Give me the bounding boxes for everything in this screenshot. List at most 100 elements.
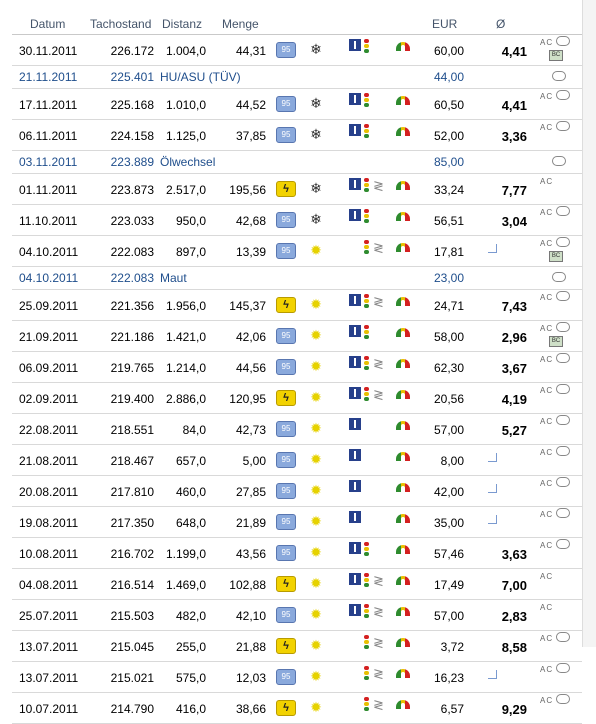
date-cell: 06.09.2011 [19, 361, 79, 375]
ac-icon: AC [540, 603, 554, 612]
header-distanz[interactable]: Distanz [162, 17, 202, 31]
table-row[interactable]: 30.11.2011 226.172 1.004,0 44,31 95 ❄ 60,00 4,4… [12, 35, 582, 66]
fuel-95-icon: 95 [276, 669, 296, 685]
eur-cell: 58,00 [433, 330, 464, 344]
scrollbar[interactable] [582, 0, 596, 647]
consumption-gauge-icon [396, 181, 410, 190]
eur-cell: 62,30 [433, 361, 464, 375]
note-row[interactable]: 21.11.2011 225.401 HU/ASU (TÜV) 44,00 [12, 66, 582, 89]
ac-icon: AC [540, 696, 554, 705]
avg-consumption-cell: 3,36 [501, 129, 527, 144]
table-row[interactable]: 22.08.2011 218.551 84,0 42,73 95 ✹ 57,00 5,27 AC [12, 414, 582, 445]
comment-icon[interactable] [556, 694, 570, 704]
comment-icon[interactable] [556, 322, 570, 332]
bc-icon: BC [549, 251, 563, 262]
traffic-light-icon [364, 294, 370, 308]
eur-cell: 42,00 [433, 485, 464, 499]
table-row[interactable]: 04.10.2011 222.083 897,0 13,39 95 ✹ ≷ 17,81 AC BC [12, 236, 582, 267]
highway-icon [349, 511, 361, 523]
country-road-icon: ≷ [373, 697, 384, 712]
comment-icon[interactable] [556, 508, 570, 518]
table-row[interactable]: 19.08.2011 217.350 648,0 21,89 95 ✹ 35,00 AC [12, 507, 582, 538]
date-cell: 19.08.2011 [19, 516, 79, 530]
table-row[interactable]: 25.09.2011 221.356 1.956,0 145,37 ϟ ✹ ≷ 24,71 7,… [12, 290, 582, 321]
table-row[interactable]: 25.07.2011 215.503 482,0 42,10 95 ✹ ≷ 57,00 2,83… [12, 600, 582, 631]
comment-icon[interactable] [556, 90, 570, 100]
consumption-gauge-icon [396, 96, 410, 105]
table-row[interactable]: 10.08.2011 216.702 1.199,0 43,56 95 ✹ 57,46 3,6… [12, 538, 582, 569]
comment-icon[interactable] [556, 384, 570, 394]
ac-icon: AC [540, 417, 554, 426]
distanz-cell: 1.004,0 [165, 44, 206, 58]
menge-cell: 145,37 [229, 299, 266, 313]
avg-consumption-cell: 7,77 [501, 183, 527, 198]
header-datum[interactable]: Datum [30, 17, 65, 31]
comment-icon[interactable] [556, 415, 570, 425]
comment-icon[interactable] [552, 272, 566, 282]
note-row[interactable]: 04.10.2011 222.083 Maut 23,00 [12, 267, 582, 290]
traffic-light-icon [364, 93, 370, 107]
table-row[interactable]: 04.08.2011 216.514 1.469,0 102,88 ϟ ✹ ≷ 17,49 7,… [12, 569, 582, 600]
comment-icon[interactable] [556, 121, 570, 131]
sun-icon: ✹ [310, 668, 322, 684]
header-tachostand[interactable]: Tachostand [90, 17, 151, 31]
tachostand-cell: 218.467 [110, 454, 154, 468]
table-row[interactable]: 01.11.2011 223.873 2.517,0 195,56 ϟ ❄ ≷ 33,24 7,… [12, 174, 582, 205]
table-row[interactable]: 06.11.2011 224.158 1.125,0 37,85 95 ❄ 52,00 3,3… [12, 120, 582, 151]
highway-icon [349, 418, 361, 430]
consumption-gauge-icon [396, 297, 410, 306]
header-menge[interactable]: Menge [222, 17, 259, 31]
tachostand-cell: 223.873 [110, 183, 154, 197]
table-row[interactable]: 10.07.2011 214.790 416,0 38,66 ϟ ✹ ≷ 6,57 9,29 AC [12, 693, 582, 724]
comment-icon[interactable] [556, 539, 570, 549]
comment-icon[interactable] [556, 291, 570, 301]
fuel-95-icon: 95 [276, 483, 296, 499]
eur-cell: 57,00 [433, 423, 464, 437]
eur-cell: 52,00 [433, 129, 464, 143]
fuel-electric-icon: ϟ [276, 638, 296, 654]
tachostand-cell: 222.083 [110, 271, 154, 285]
menge-cell: 44,52 [235, 98, 266, 112]
table-row[interactable]: 21.08.2011 218.467 657,0 5,00 95 ✹ 8,00 AC [12, 445, 582, 476]
fuel-95-icon: 95 [276, 243, 296, 259]
ac-icon: AC [540, 239, 554, 248]
menge-cell: 38,66 [235, 702, 266, 716]
header-eur[interactable]: EUR [432, 17, 457, 31]
comment-icon[interactable] [556, 477, 570, 487]
note-text: Ölwechsel [160, 155, 216, 169]
comment-icon[interactable] [556, 632, 570, 642]
comment-icon[interactable] [556, 663, 570, 673]
table-row[interactable]: 20.08.2011 217.810 460,0 27,85 95 ✹ 42,00 AC [12, 476, 582, 507]
table-row[interactable]: 02.09.2011 219.400 2.886,0 120,95 ϟ ✹ ≷ 20,56 4,… [12, 383, 582, 414]
comment-icon[interactable] [556, 36, 570, 46]
menge-cell: 102,88 [229, 578, 266, 592]
menge-cell: 21,88 [235, 640, 266, 654]
comment-icon[interactable] [556, 237, 570, 247]
comment-icon[interactable] [556, 353, 570, 363]
table-row[interactable]: 13.07.2011 215.021 575,0 12,03 95 ✹ ≷ 16,23 AC [12, 662, 582, 693]
fuel-95-icon: 95 [276, 514, 296, 530]
table-row[interactable]: 11.10.2011 223.033 950,0 42,68 95 ❄ 56,51 3,04 A… [12, 205, 582, 236]
eur-cell: 17,49 [433, 578, 464, 592]
note-row[interactable]: 03.11.2011 223.889 Ölwechsel 85,00 [12, 151, 582, 174]
table-row[interactable]: 06.09.2011 219.765 1.214,0 44,56 95 ✹ ≷ 62,30 3,… [12, 352, 582, 383]
header-avg[interactable]: Ø [496, 17, 505, 31]
country-road-icon: ≷ [373, 666, 384, 681]
table-row[interactable]: 17.11.2011 225.168 1.010,0 44,52 95 ❄ 60,50 4,4… [12, 89, 582, 120]
distanz-cell: 84,0 [182, 423, 206, 437]
consumption-gauge-icon [396, 359, 410, 368]
comment-icon[interactable] [552, 156, 566, 166]
comment-icon[interactable] [556, 206, 570, 216]
tachostand-cell: 216.514 [110, 578, 154, 592]
comment-icon[interactable] [556, 446, 570, 456]
distanz-cell: 657,0 [175, 454, 206, 468]
avg-consumption-cell: 3,04 [501, 214, 527, 229]
sun-icon: ✹ [310, 358, 322, 374]
tachostand-cell: 225.401 [110, 70, 154, 84]
table-row[interactable]: 21.09.2011 221.186 1.421,0 42,06 95 ✹ 58,00 2,9… [12, 321, 582, 352]
ac-icon: AC [540, 208, 554, 217]
traffic-light-icon [364, 39, 370, 53]
distanz-cell: 2.886,0 [165, 392, 206, 406]
comment-icon[interactable] [552, 71, 566, 81]
date-cell: 04.10.2011 [19, 271, 79, 285]
